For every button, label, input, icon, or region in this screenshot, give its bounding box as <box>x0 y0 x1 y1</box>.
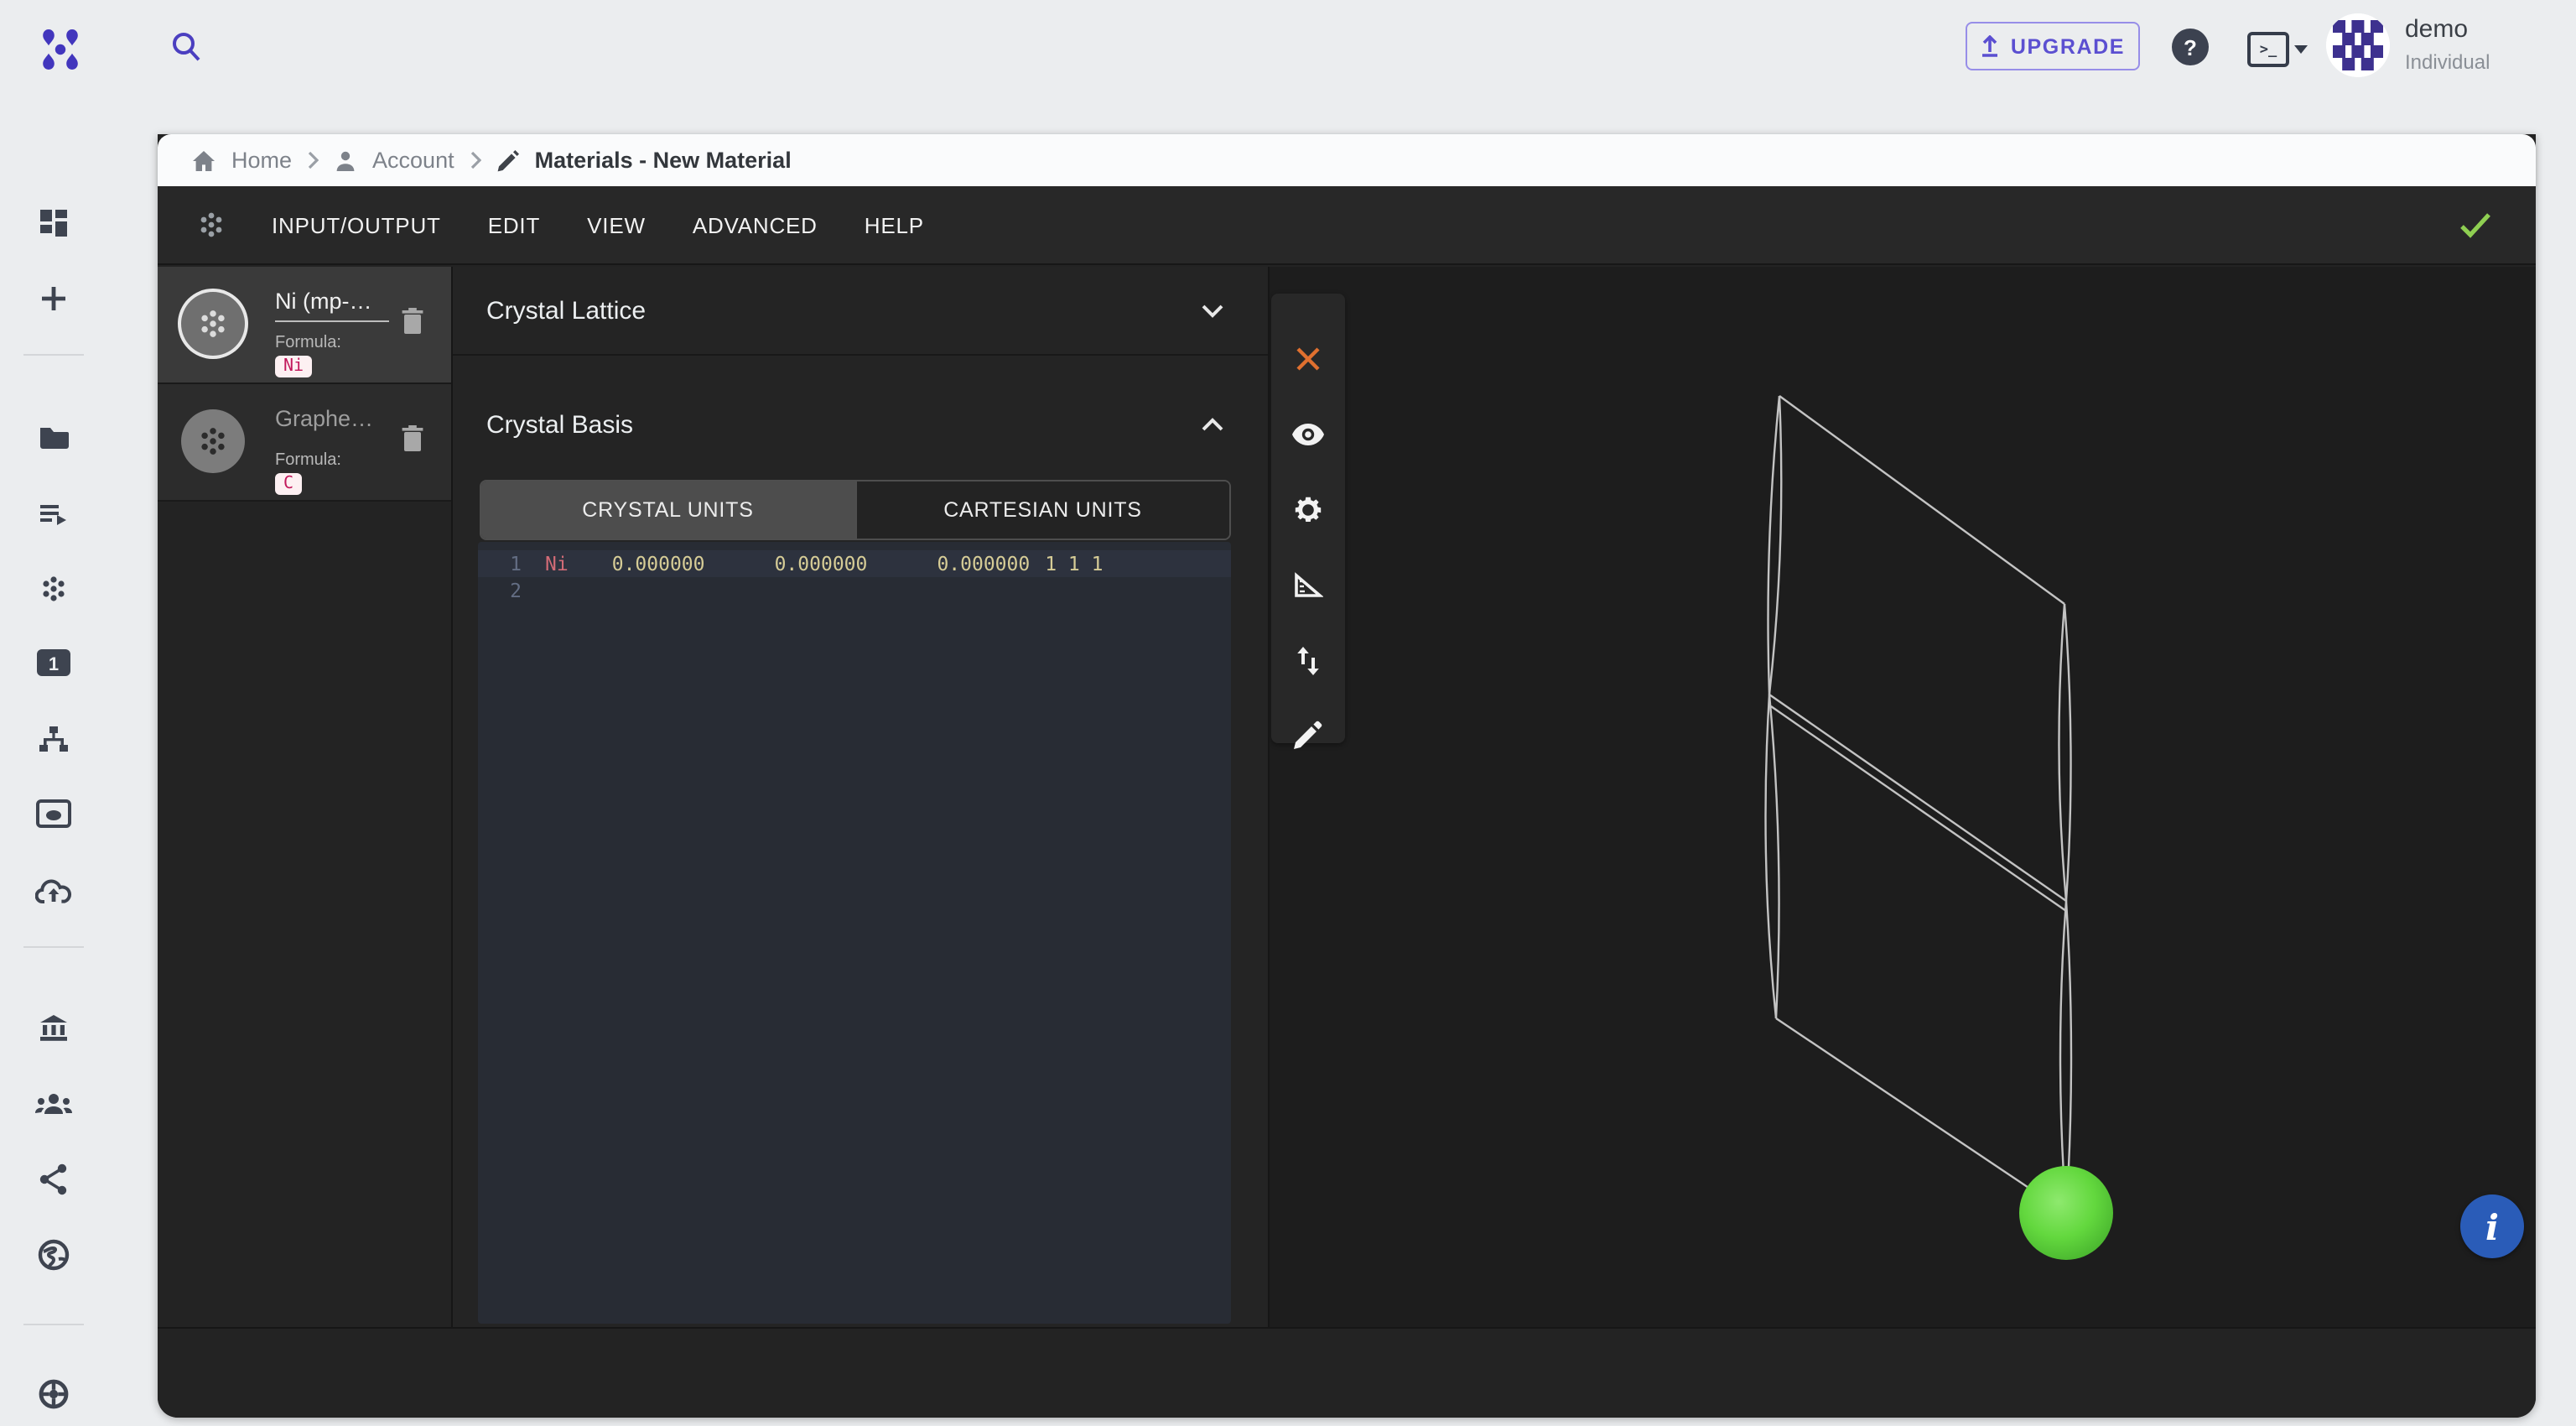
code-line-1[interactable]: 1Ni0.000000 0.000000 0.0000001 1 1 <box>478 550 1231 577</box>
settings-gear-icon[interactable] <box>1293 495 1323 525</box>
tab-cartesian-units[interactable]: CARTESIAN UNITS <box>854 481 1229 539</box>
organization-bank-icon[interactable] <box>34 1008 74 1049</box>
terminal-icon: >_ <box>2247 32 2289 67</box>
svg-text:1: 1 <box>49 653 59 674</box>
uploads-cloud-icon[interactable] <box>34 871 74 911</box>
tab-crystal-units[interactable]: CRYSTAL UNITS <box>481 481 854 539</box>
material-item-graphene[interactable]: Graphe… Formula: C <box>158 384 451 502</box>
sidebar-divider <box>23 1324 84 1325</box>
command-wheel-icon[interactable] <box>34 1374 74 1414</box>
atom-sphere-ni[interactable] <box>2019 1166 2113 1260</box>
app-sidebar: 1 <box>0 94 107 1426</box>
designer-window: Home Account Materials - New Material <box>158 134 2536 1418</box>
name-underline <box>275 320 389 322</box>
material-name[interactable]: Ni (mp-… <box>275 289 372 314</box>
shared-network-icon[interactable] <box>34 1159 74 1200</box>
chevron-right-icon <box>470 151 481 169</box>
visualizations-image-icon[interactable] <box>34 794 74 834</box>
upgrade-label: UPGRADE <box>2011 34 2125 58</box>
materials-dots-icon[interactable] <box>34 569 74 609</box>
help-button[interactable]: ? <box>2172 29 2209 65</box>
formula-chip: C <box>275 473 302 495</box>
three-d-viewer[interactable]: i <box>1270 267 2536 1329</box>
menu-advanced[interactable]: ADVANCED <box>669 199 841 251</box>
top-bar: UPGRADE ? >_ demo Individual <box>0 0 2576 134</box>
home-icon[interactable] <box>191 148 216 172</box>
info-button[interactable]: i <box>2460 1194 2524 1258</box>
sidebar-divider <box>23 354 84 356</box>
projects-folder-icon[interactable] <box>34 418 74 458</box>
designer-footer <box>158 1327 2536 1418</box>
question-mark-icon: ? <box>2184 34 2197 60</box>
unit-one-icon[interactable]: 1 <box>34 643 74 683</box>
team-people-icon[interactable] <box>34 1084 74 1124</box>
unit-cell-wireframe <box>1270 267 2536 1329</box>
user-avatar[interactable] <box>2326 13 2390 77</box>
formula-label: Formula: <box>275 451 341 470</box>
breadcrumb-account[interactable]: Account <box>372 148 454 173</box>
viewer-toolbar <box>1271 294 1345 743</box>
section-title: Crystal Lattice <box>486 297 646 325</box>
swap-arrows-icon[interactable] <box>1296 646 1320 676</box>
menu-input-output[interactable]: INPUT/OUTPUT <box>248 199 465 251</box>
breadcrumb: Home Account Materials - New Material <box>158 134 2536 186</box>
close-icon[interactable] <box>1295 346 1322 372</box>
material-name[interactable]: Graphe… <box>275 406 373 431</box>
ruler-triangle-icon[interactable] <box>1293 572 1323 599</box>
formula-label: Formula: <box>275 334 341 352</box>
explore-globe-icon[interactable] <box>34 1235 74 1275</box>
console-menu-button[interactable]: >_ <box>2247 32 2308 67</box>
section-title: Crystal Basis <box>486 411 633 440</box>
material-item-ni[interactable]: Ni (mp-… Formula: Ni <box>158 267 451 384</box>
crystal-basis-section[interactable]: Crystal Basis <box>453 357 1268 458</box>
designer-menubar: INPUT/OUTPUT EDIT VIEW ADVANCED HELP <box>158 186 2536 265</box>
chevron-right-icon <box>307 151 319 169</box>
caret-down-icon <box>2294 45 2308 54</box>
crystal-lattice-section[interactable]: Crystal Lattice <box>453 267 1268 356</box>
check-icon[interactable] <box>2459 211 2492 238</box>
upgrade-button[interactable]: UPGRADE <box>1966 22 2140 70</box>
formula-chip: Ni <box>275 356 312 377</box>
materials-designer-app: UPGRADE ? >_ demo Individual <box>0 0 2576 1426</box>
jobs-list-icon[interactable] <box>34 495 74 535</box>
basis-code-editor[interactable]: 1Ni0.000000 0.000000 0.0000001 1 1 2 <box>478 542 1231 1324</box>
menu-view[interactable]: VIEW <box>564 199 669 251</box>
delete-trash-icon[interactable] <box>401 307 424 336</box>
breadcrumb-current: Materials - New Material <box>535 148 792 173</box>
chevron-down-icon[interactable] <box>1201 304 1224 319</box>
edit-pencil-icon <box>496 148 520 172</box>
chevron-up-icon[interactable] <box>1201 418 1224 433</box>
units-tabs: CRYSTAL UNITS CARTESIAN UNITS <box>480 480 1231 540</box>
materials-dots-icon <box>195 208 228 242</box>
breadcrumb-home[interactable]: Home <box>231 148 292 173</box>
edit-pencil-icon[interactable] <box>1293 720 1323 750</box>
account-icon <box>334 148 357 172</box>
menu-edit[interactable]: EDIT <box>465 199 564 251</box>
user-plan: Individual <box>2405 50 2490 74</box>
user-name: demo <box>2405 15 2490 44</box>
code-line-2[interactable]: 2 <box>478 577 1231 604</box>
source-editor-panel: Crystal Lattice Crystal Basis CRYSTAL UN… <box>453 267 1270 1329</box>
designer-content: Ni (mp-… Formula: Ni <box>158 267 2536 1329</box>
info-icon: i <box>2485 1205 2499 1247</box>
material-thumbnail <box>181 292 245 356</box>
upload-arrow-icon <box>1981 35 1999 57</box>
create-new-icon[interactable] <box>34 278 74 319</box>
delete-trash-icon[interactable] <box>401 424 424 453</box>
dashboard-icon[interactable] <box>34 203 74 243</box>
sidebar-divider <box>23 946 84 948</box>
search-icon[interactable] <box>168 29 205 65</box>
visibility-eye-icon[interactable] <box>1291 423 1325 446</box>
brand-logo-icon[interactable] <box>37 27 84 72</box>
materials-list: Ni (mp-… Formula: Ni <box>158 267 453 1329</box>
menu-help[interactable]: HELP <box>841 199 948 251</box>
user-menu[interactable]: demo Individual <box>2405 15 2490 74</box>
material-thumbnail <box>181 409 245 473</box>
workflows-tree-icon[interactable] <box>34 720 74 760</box>
